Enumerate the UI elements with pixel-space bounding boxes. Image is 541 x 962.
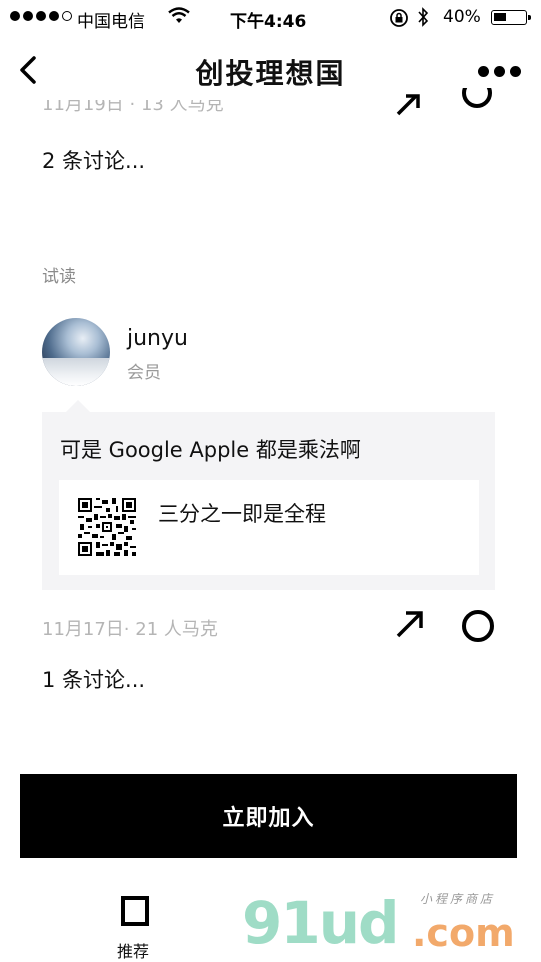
post-discussions[interactable]: 1 条讨论... xyxy=(42,664,145,694)
page-title: 创投理想国 xyxy=(195,57,346,90)
share-icon[interactable] xyxy=(394,94,426,120)
more-dot-icon xyxy=(510,66,521,77)
mark-icon[interactable] xyxy=(462,88,492,118)
battery-percent: 40% xyxy=(443,7,481,27)
post-text: 可是 Google Apple 都是乘法啊 xyxy=(60,438,361,462)
more-button[interactable] xyxy=(478,66,521,77)
previous-item-discussions[interactable]: 2 条讨论... xyxy=(42,145,145,175)
user-role: 会员 xyxy=(127,363,161,383)
qr-code-icon xyxy=(78,498,136,556)
battery-icon xyxy=(491,10,531,25)
join-button[interactable]: 立即加入 xyxy=(20,774,517,858)
tab-label: 推荐 xyxy=(117,942,150,961)
carrier-name: 中国电信 xyxy=(77,12,145,32)
nav-bar: 创投理想国 xyxy=(0,36,541,106)
watermark-suffix: .com xyxy=(412,911,515,955)
status-time: 下午4:46 xyxy=(230,12,307,32)
share-icon[interactable] xyxy=(394,608,426,644)
rotation-lock-icon xyxy=(389,8,409,33)
watermark-main: 91ud xyxy=(242,889,400,957)
link-card[interactable]: 三分之一即是全程 xyxy=(59,480,479,575)
mark-icon[interactable] xyxy=(462,610,494,642)
watermark-small: 小程序商店 xyxy=(420,892,496,906)
wifi-icon xyxy=(168,7,190,30)
post-meta: 11月17日· 21 人马克 xyxy=(42,619,218,640)
status-bar: 中国电信 下午4:46 40% xyxy=(0,0,541,36)
previous-item-meta: 11月19日 · 13 人马克 xyxy=(42,100,224,114)
more-dot-icon xyxy=(478,66,489,77)
signal-icon xyxy=(10,11,72,21)
bluetooth-icon xyxy=(416,7,430,32)
avatar[interactable] xyxy=(42,318,110,386)
section-label: 试读 xyxy=(42,267,76,287)
user-name[interactable]: junyu xyxy=(127,326,188,351)
more-dot-icon xyxy=(494,66,505,77)
post-card[interactable]: 可是 Google Apple 都是乘法啊 三分之一即是全程 xyxy=(42,400,495,590)
watermark-logo: 91ud 小程序商店 .com xyxy=(242,888,532,958)
square-icon xyxy=(121,896,149,926)
link-title: 三分之一即是全程 xyxy=(158,502,326,526)
